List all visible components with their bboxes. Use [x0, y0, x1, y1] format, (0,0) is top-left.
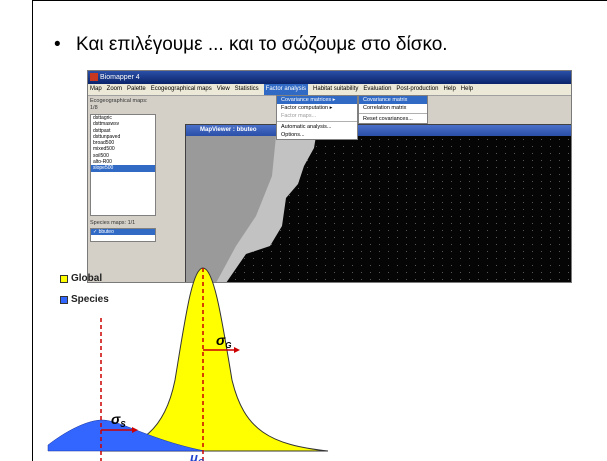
global-curve — [99, 267, 329, 452]
legend-species: Species — [60, 289, 109, 310]
sigma-g-arrowhead — [234, 347, 240, 353]
mu-g-label: μG — [189, 450, 204, 461]
species-swatch — [60, 295, 68, 304]
distribution-diagram: σG σS μG — [47, 267, 329, 461]
legend-global: Global — [60, 268, 109, 289]
legend: Global Species — [60, 268, 109, 310]
legend-global-label: Global — [71, 273, 103, 284]
global-swatch — [60, 274, 68, 283]
sigma-s-label: σS — [111, 411, 126, 429]
legend-species-label: Species — [71, 294, 109, 305]
sigma-g-label: σG — [216, 332, 232, 350]
